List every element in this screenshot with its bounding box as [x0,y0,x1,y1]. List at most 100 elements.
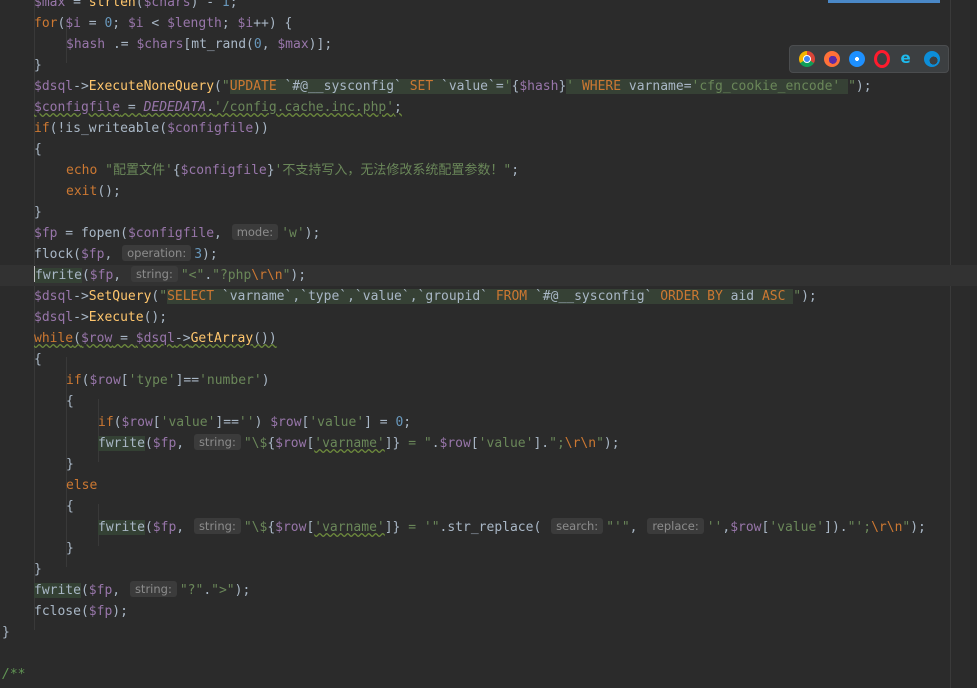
code-token: ( [73,331,81,346]
code-editor[interactable]: $max = strlen($chars) - 1; for($i = 0; $i… [0,0,977,688]
sql-token: varname= [621,79,692,94]
code-token: '不支持写入，无法修改系统配置参数！" [274,163,512,178]
code-token: ; [403,415,412,430]
code-line[interactable]: $dsql->SetQuery("SELECT `varname`,`type`… [0,286,817,307]
code-line[interactable]: } [0,538,74,559]
code-line[interactable]: fclose($fp); [0,601,128,622]
code-token: ( [144,520,153,535]
code-token: Execute [88,310,144,325]
sql-keyword: WHERE [581,79,622,94]
code-token: '' [706,520,723,535]
code-line[interactable]: $dsql->ExecuteNoneQuery("UPDATE `#@__sys… [0,76,872,97]
code-token: . [431,436,440,451]
code-line[interactable] [0,643,2,664]
code-line[interactable]: exit(); [0,181,121,202]
code-token: { [34,352,42,367]
sql-token: `value`= [433,79,504,94]
code-token: $hash [519,79,559,94]
code-line[interactable]: fwrite($fp, string: "<"."?php\r\n"); [0,265,977,286]
code-line[interactable]: fwrite($fp, string: "?".">"); [0,580,250,601]
code-token: $configfile [180,163,267,178]
code-token: ); [603,436,620,451]
code-line[interactable]: echo "配置文件'{$configfile}'不支持写入，无法修改系统配置参… [0,160,519,181]
code-line[interactable]: flock($fp, operation: 3); [0,244,218,265]
code-token: .= [105,37,137,52]
code-line[interactable]: } [0,55,42,76]
code-token: 'varname' [314,520,385,535]
code-token: \r\n [871,520,903,535]
code-line[interactable]: for($i = 0; $i < $length; $i++) { [0,13,292,34]
function-call: fwrite [98,436,145,451]
function-call: fwrite [34,583,81,598]
code-line[interactable]: $fp = fopen($configfile, mode:'w'); [0,223,320,244]
code-line[interactable]: fwrite($fp, string: "\${$row['varname']} … [0,517,926,538]
code-token: . [206,100,215,115]
code-token: ]} [384,520,401,535]
scroll-indicator [828,0,940,3]
code-line[interactable]: fwrite($fp, string: "\${$row['varname']} … [0,433,620,454]
code-line[interactable]: $max = strlen($chars) - 1; [0,0,238,13]
code-line[interactable]: /** [0,664,25,685]
code-line[interactable]: } [0,454,74,475]
code-token: = [120,100,144,115]
code-token: ( [80,583,89,598]
code-token: 'value' [160,415,216,430]
code-token: " [159,289,168,304]
code-token: echo [66,163,98,178]
code-token: exit [66,184,98,199]
code-line[interactable]: $configfile = DEDEDATA.'/config.cache.in… [0,97,402,118]
code-line[interactable]: } [0,622,10,643]
code-token: ++) { [253,16,293,31]
opera-icon[interactable] [873,50,890,68]
code-token: ); [290,268,307,283]
code-token: $i [65,16,81,31]
code-line[interactable]: { [0,391,74,412]
code-token: . [204,268,213,283]
code-line[interactable]: } [0,559,42,580]
code-token: "?" [179,583,204,598]
code-token: $row [89,373,121,388]
code-line[interactable]: } [0,202,42,223]
code-line[interactable]: { [0,496,74,517]
code-token: ]). [824,520,848,535]
parameter-hint: search: [551,518,604,534]
code-line[interactable]: { [0,139,42,160]
code-line[interactable]: while($row = $dsql->GetArray()) [0,328,277,349]
code-token: $dsql [34,79,74,94]
parameter-hint: replace: [647,518,704,534]
firefox-icon[interactable] [823,51,840,67]
sql-token: `varname`,`type`,`value`,`groupid` [214,289,496,304]
code-token: $fp [88,583,113,598]
code-token: 3 [194,247,203,262]
code-token: ]} [384,436,401,451]
code-token: \r\n [564,436,597,451]
browser-preview-toolbar: e [789,45,949,73]
ie-icon[interactable]: e [899,49,915,67]
edge-icon[interactable] [923,51,940,67]
code-token: \r\n [251,268,283,283]
code-token: '/config.cache.inc.php' [214,100,395,115]
sql-keyword: ORDER BY [660,289,723,304]
code-line[interactable]: if($row['value']=='') $row['value'] = 0; [0,412,411,433]
code-line[interactable]: else [0,475,97,496]
code-token: $dsql [34,289,74,304]
code-token: = [80,16,105,31]
code-token: $fp [152,520,177,535]
chrome-icon[interactable] [798,51,815,67]
code-token: .str_replace( [439,520,550,535]
code-token: 'value' [309,415,365,430]
sql-token: aid [722,289,762,304]
code-token: if [66,373,82,388]
code-line[interactable]: $hash .= $chars[mt_rand(0, $max)]; [0,34,332,55]
code-token: ; [394,100,402,115]
sql-keyword: FROM [495,289,528,304]
safari-icon[interactable] [848,51,865,67]
code-token: $max [34,0,66,10]
code-line[interactable]: if($row['type']=='number') [0,370,270,391]
code-line[interactable]: $dsql->Execute(); [0,307,167,328]
code-token: -> [73,79,89,94]
code-line[interactable]: { [0,349,42,370]
code-line[interactable]: if(!is_writeable($configfile)) [0,118,269,139]
code-token: $i [237,16,254,31]
code-token: $chars [136,37,184,52]
